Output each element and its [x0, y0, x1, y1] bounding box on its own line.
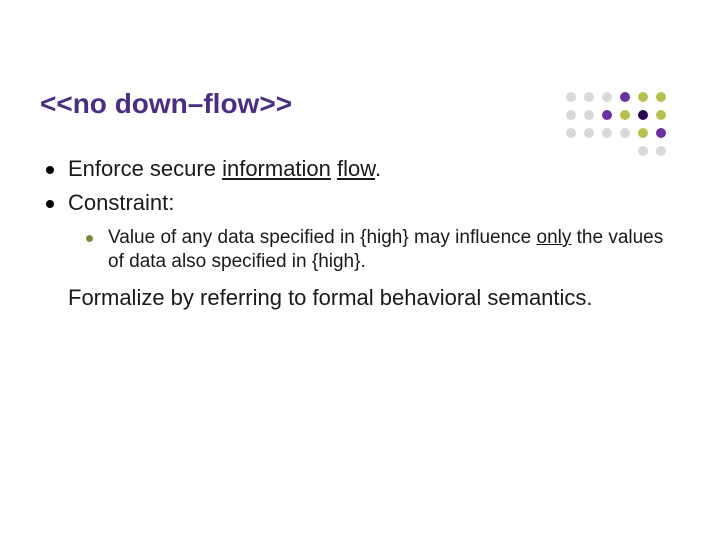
- underline-text: only: [537, 227, 572, 248]
- slide-body: Enforce secure information flow. Constra…: [40, 155, 680, 311]
- sub-bullet-item: Value of any data specified in {high} ma…: [80, 226, 680, 274]
- bullet-item: Constraint: Value of any data specified …: [40, 189, 680, 274]
- underline-text: information: [222, 156, 331, 181]
- bullet-text: .: [375, 156, 381, 181]
- bullet-text: Constraint:: [68, 190, 174, 215]
- bullet-item: Enforce secure information flow.: [40, 155, 680, 183]
- closing-text: Formalize by referring to formal behavio…: [68, 284, 680, 312]
- slide-title: <<no down–flow>>: [40, 88, 292, 120]
- underline-text: flow: [337, 156, 375, 181]
- bullet-text: Enforce secure: [68, 156, 222, 181]
- sub-bullet-text: Value of any data specified in {high} ma…: [108, 227, 537, 248]
- decorative-dots-icon: [566, 92, 686, 164]
- slide: <<no down–flow>> Enforce secure informat…: [0, 0, 720, 540]
